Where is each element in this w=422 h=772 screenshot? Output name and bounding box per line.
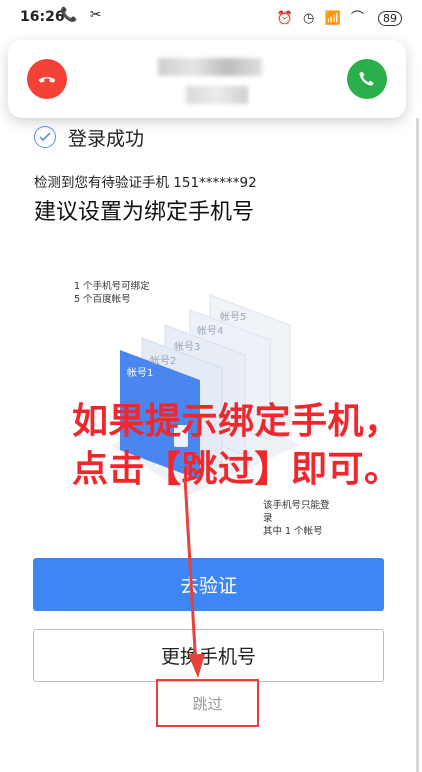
- check-circle-icon: [34, 126, 56, 148]
- account-card-4: 帐号4: [197, 326, 224, 337]
- illustration-label-bottom-line1: 该手机号只能登录: [263, 500, 330, 524]
- illustration-label-top: 1 个手机号可绑定 5 个百度帐号: [74, 280, 150, 306]
- accept-call-button[interactable]: [347, 59, 387, 99]
- illustration-label-bottom-line2: 其中 1 个帐号: [263, 526, 323, 537]
- caller-name-blurred: [158, 58, 262, 76]
- status-right-icons: ⏰ ◷ 📶 ⌒ 89: [277, 7, 402, 26]
- battery-icon: 89: [378, 11, 402, 26]
- illustration-label-top-line2: 5 个百度帐号: [74, 294, 131, 305]
- change-phone-button[interactable]: 更换手机号: [33, 629, 384, 682]
- annotation-line-2: 点击【跳过】即可。: [72, 449, 401, 490]
- status-bar: 16:26 📞 ✂ ⏰ ◷ 📶 ⌒ 89: [0, 0, 422, 34]
- status-time: 16:26: [20, 9, 65, 25]
- login-success-text: 登录成功: [68, 127, 145, 150]
- illustration-label-bottom: 该手机号只能登录 其中 1 个帐号: [263, 499, 330, 538]
- phone-answer-icon: [359, 71, 374, 86]
- skip-highlight-box: [156, 679, 259, 727]
- incoming-call-card[interactable]: [8, 40, 406, 118]
- phone-hangup-icon: [38, 77, 56, 83]
- verify-button[interactable]: 去验证: [33, 558, 384, 611]
- login-success-row: 登录成功: [34, 124, 144, 150]
- account-card-1: 帐号1: [127, 368, 154, 379]
- annotation-line-1: 如果提示绑定手机，: [72, 401, 401, 442]
- status-indicator-icons: ⏰ ◷ 📶 ⌒: [276, 11, 367, 26]
- page-title: 建议设置为绑定手机号: [34, 200, 255, 225]
- detected-phone-text: 检测到您有待验证手机 151******92: [34, 175, 257, 191]
- caller-number-blurred: [186, 86, 248, 104]
- account-card-5: 帐号5: [220, 312, 247, 323]
- account-card-2: 帐号2: [150, 356, 177, 367]
- decline-call-button[interactable]: [27, 59, 67, 99]
- illustration-label-top-line1: 1 个手机号可绑定: [74, 281, 150, 292]
- scroll-edge: [416, 118, 419, 772]
- status-left-icons: 📞 ✂: [60, 7, 106, 23]
- account-card-3: 帐号3: [174, 342, 201, 353]
